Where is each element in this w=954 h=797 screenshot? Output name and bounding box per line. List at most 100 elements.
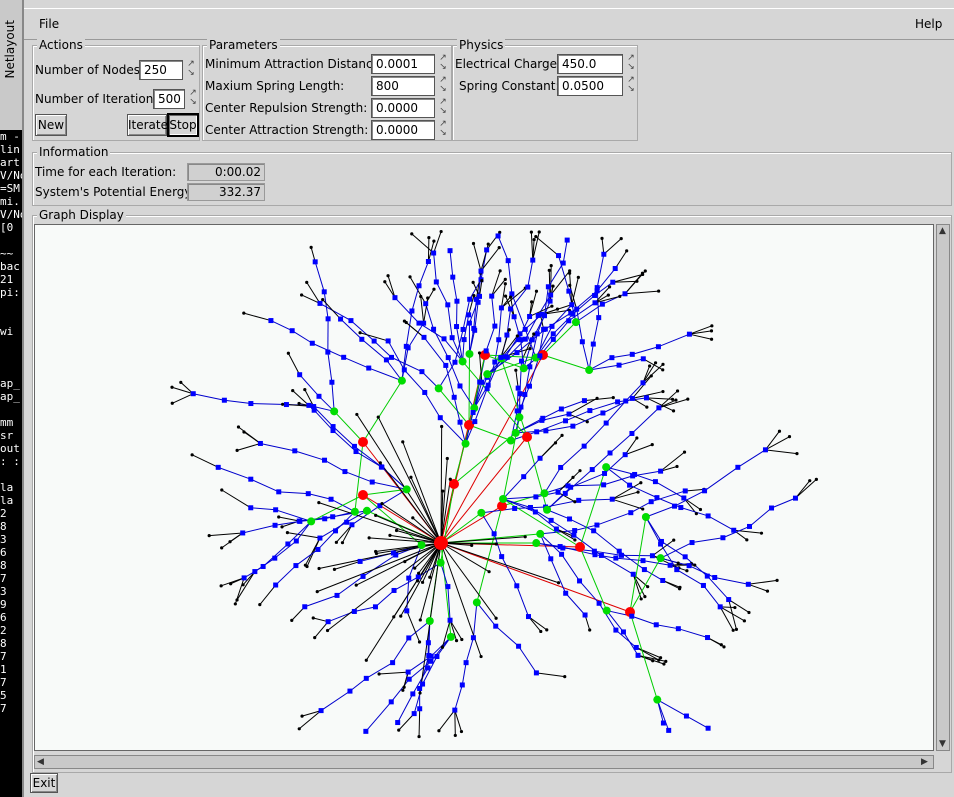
graph-node-blue[interactable] xyxy=(437,415,443,421)
graph-node-blue[interactable] xyxy=(315,546,321,552)
graph-node-leaf[interactable] xyxy=(503,294,508,298)
graph-node-leaf[interactable] xyxy=(313,636,317,640)
graph-node-blue[interactable] xyxy=(390,550,396,556)
graph-node-leaf[interactable] xyxy=(486,242,490,246)
graph-node-blue[interactable] xyxy=(484,247,490,253)
graph-node-blue[interactable] xyxy=(533,670,539,676)
graph-node-blue[interactable] xyxy=(273,582,279,588)
graph-node-leaf[interactable] xyxy=(676,561,680,565)
graph-node-blue[interactable] xyxy=(567,516,573,522)
center-repulsion-spinner-icon[interactable]: ↗ ↘ xyxy=(437,98,449,118)
graph-node-blue[interactable] xyxy=(479,379,485,385)
graph-node-leaf[interactable] xyxy=(420,580,425,584)
graph-node-leaf[interactable] xyxy=(358,331,362,335)
graph-node-leaf[interactable] xyxy=(625,249,629,253)
graph-node-blue[interactable] xyxy=(735,464,741,470)
graph-node-leaf[interactable] xyxy=(643,269,647,273)
graph-node-blue[interactable] xyxy=(682,554,688,560)
graph-node-blue[interactable] xyxy=(334,592,340,598)
graph-node-blue[interactable] xyxy=(574,306,580,312)
graph-node-blue[interactable] xyxy=(317,300,323,306)
graph-node-blue[interactable] xyxy=(421,320,427,326)
graph-node-green[interactable] xyxy=(532,539,541,548)
graph-node-leaf[interactable] xyxy=(235,448,239,452)
graph-node-blue[interactable] xyxy=(562,490,568,496)
graph-node-leaf[interactable] xyxy=(394,528,399,533)
graph-node-leaf[interactable] xyxy=(364,658,368,662)
graph-node-root[interactable] xyxy=(434,536,448,550)
graph-node-leaf[interactable] xyxy=(719,643,723,647)
graph-node-blue[interactable] xyxy=(603,420,609,426)
graph-node-blue[interactable] xyxy=(686,563,692,569)
graph-node-leaf[interactable] xyxy=(576,275,580,279)
graph-node-blue[interactable] xyxy=(316,393,322,399)
graph-node-blue[interactable] xyxy=(248,401,254,407)
graph-node-leaf[interactable] xyxy=(585,420,589,424)
scroll-down-icon[interactable]: ▼ xyxy=(939,739,946,749)
graph-node-blue[interactable] xyxy=(293,563,299,569)
graph-node-leaf[interactable] xyxy=(814,477,818,481)
graph-node-blue[interactable] xyxy=(328,496,334,502)
graph-node-leaf[interactable] xyxy=(453,733,457,738)
graph-node-green[interactable] xyxy=(397,376,406,385)
graph-node-blue[interactable] xyxy=(548,556,554,562)
graph-node-blue[interactable] xyxy=(590,341,596,347)
iterations-input[interactable]: 500 xyxy=(153,89,185,109)
graph-node-leaf[interactable] xyxy=(340,541,345,545)
graph-node-leaf[interactable] xyxy=(709,329,714,333)
graph-node-blue[interactable] xyxy=(660,720,666,726)
graph-node-blue[interactable] xyxy=(311,404,317,410)
graph-node-green[interactable] xyxy=(506,436,515,445)
graph-node-blue[interactable] xyxy=(317,535,323,541)
graph-node-leaf[interactable] xyxy=(523,535,527,539)
graph-node-blue[interactable] xyxy=(522,391,528,397)
graph-node-blue[interactable] xyxy=(640,356,646,362)
graph-node-leaf[interactable] xyxy=(291,388,295,393)
graph-node-leaf[interactable] xyxy=(303,387,307,392)
graph-node-leaf[interactable] xyxy=(787,435,792,439)
graph-node-blue[interactable] xyxy=(675,626,681,632)
graph-node-green[interactable] xyxy=(519,364,528,373)
graph-node-leaf[interactable] xyxy=(555,307,560,311)
graph-node-leaf[interactable] xyxy=(374,513,378,517)
graph-node-blue[interactable] xyxy=(504,332,510,338)
graph-node-leaf[interactable] xyxy=(611,396,615,400)
graph-node-leaf[interactable] xyxy=(639,481,643,485)
graph-node-blue[interactable] xyxy=(632,471,638,477)
graph-node-leaf[interactable] xyxy=(698,507,703,512)
graph-node-leaf[interactable] xyxy=(547,268,551,272)
graph-node-leaf[interactable] xyxy=(228,540,232,544)
graph-node-leaf[interactable] xyxy=(651,659,655,663)
graph-node-leaf[interactable] xyxy=(309,245,313,249)
graph-node-blue[interactable] xyxy=(417,685,423,691)
graph-node-blue[interactable] xyxy=(338,316,344,322)
graph-node-blue[interactable] xyxy=(534,429,540,435)
graph-node-blue[interactable] xyxy=(655,344,661,350)
graph-node-blue[interactable] xyxy=(658,541,664,547)
graph-node-blue[interactable] xyxy=(622,291,628,297)
graph-node-blue[interactable] xyxy=(333,528,339,534)
graph-node-blue[interactable] xyxy=(596,315,602,321)
graph-node-blue[interactable] xyxy=(221,397,227,403)
graph-node-blue[interactable] xyxy=(542,313,548,319)
graph-node-blue[interactable] xyxy=(293,538,299,544)
graph-node-blue[interactable] xyxy=(351,608,357,614)
graph-node-blue[interactable] xyxy=(654,495,660,501)
graph-node-blue[interactable] xyxy=(470,635,476,641)
graph-node-leaf[interactable] xyxy=(534,235,538,239)
graph-node-blue[interactable] xyxy=(445,584,451,590)
graph-node-green[interactable] xyxy=(425,616,434,625)
graph-node-blue[interactable] xyxy=(566,411,572,417)
graph-node-blue[interactable] xyxy=(526,383,532,389)
graph-node-blue[interactable] xyxy=(385,338,391,344)
graph-node-blue[interactable] xyxy=(592,552,598,558)
graph-node-blue[interactable] xyxy=(472,419,478,425)
graph-node-leaf[interactable] xyxy=(315,590,319,594)
graph-node-leaf[interactable] xyxy=(710,324,714,328)
graph-node-blue[interactable] xyxy=(391,587,397,593)
graph-node-leaf[interactable] xyxy=(534,289,539,293)
graph-node-leaf[interactable] xyxy=(235,598,239,602)
graph-node-blue[interactable] xyxy=(406,635,412,641)
graph-node-leaf[interactable] xyxy=(409,475,413,479)
graph-node-leaf[interactable] xyxy=(643,595,647,599)
